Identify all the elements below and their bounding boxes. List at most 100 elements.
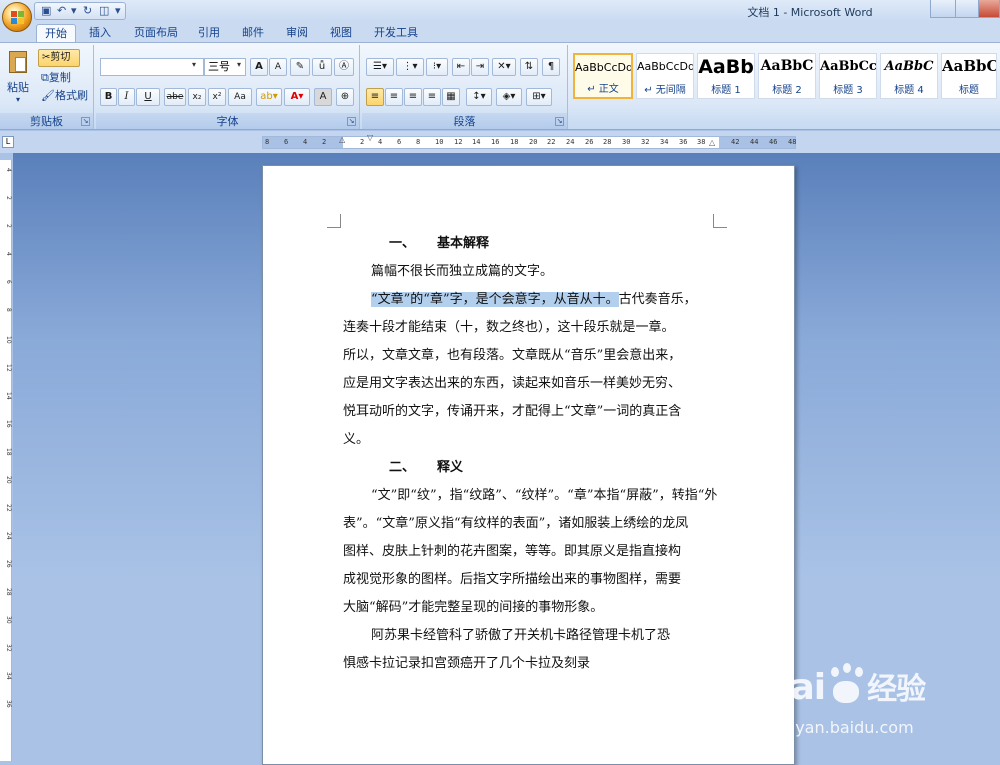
style-name: 标题 4: [894, 85, 924, 96]
strikethrough-button[interactable]: abe: [164, 88, 186, 106]
bullets-icon[interactable]: ☰▾: [366, 58, 394, 76]
tab-page-layout[interactable]: 页面布局: [126, 24, 186, 42]
subscript-button[interactable]: x₂: [188, 88, 206, 106]
paragraph-2: “文章”的“章”字，是个会意字，从音从十。古代奏音乐， 连奏十段才能结束（十，数…: [343, 286, 719, 454]
char-shading-icon[interactable]: A: [314, 88, 332, 106]
copy-button[interactable]: ⧉复制: [41, 69, 71, 85]
paragraph-line: 义。: [343, 432, 370, 447]
enclose-char-icon[interactable]: ⊕: [336, 88, 354, 106]
tab-selector-button[interactable]: L: [2, 136, 14, 148]
ruler-tick-label: 14: [5, 392, 12, 400]
chevron-down-icon[interactable]: ▾: [71, 4, 77, 17]
increase-indent-icon[interactable]: ⇥: [471, 58, 489, 76]
numbering-icon[interactable]: ⋮▾: [396, 58, 424, 76]
font-name-combo[interactable]: [100, 58, 204, 76]
paragraph-3: “文”即“纹”，指“纹路”、“纹样”。“章”本指“屏蔽”，转指“外 表”。“文章…: [343, 482, 719, 622]
print-preview-icon[interactable]: ◫: [99, 4, 109, 17]
line-spacing-icon[interactable]: ↕▾: [466, 88, 492, 106]
shading-icon[interactable]: ◈▾: [496, 88, 522, 106]
paragraph-line: 阿苏果卡经管科了骄傲了开关机卡路径管理卡机了恐: [371, 628, 671, 643]
document-page[interactable]: 一、 基本解释 篇幅不很长而独立成篇的文字。 “文章”的“章”字，是个会意字，从音…: [262, 165, 795, 765]
save-icon[interactable]: ▣: [41, 4, 51, 17]
chevron-down-icon[interactable]: ▾: [192, 60, 196, 69]
dialog-launcher-icon[interactable]: ↘: [347, 117, 356, 126]
ribbon-tabs: 开始 插入 页面布局 引用 邮件 审阅 视图 开发工具: [0, 22, 1000, 42]
tab-view[interactable]: 视图: [322, 24, 360, 42]
font-color-icon[interactable]: A▾: [284, 88, 310, 106]
ruler-tick-label: 2: [360, 138, 365, 146]
chevron-down-icon[interactable]: ▾: [237, 60, 241, 69]
italic-button[interactable]: I: [118, 88, 135, 106]
ruler-tick-label: 8: [5, 308, 12, 312]
style-title[interactable]: AaBbC 标题: [941, 53, 997, 99]
paste-button[interactable]: 粘贴 ▾: [4, 49, 32, 104]
ruler-tick-label: 16: [5, 420, 12, 428]
align-right-icon[interactable]: ≡: [404, 88, 422, 106]
ruler-tick-label: 4: [378, 138, 383, 146]
customize-icon[interactable]: ▾: [115, 4, 121, 17]
redo-icon[interactable]: ↻: [83, 4, 92, 17]
dialog-launcher-icon[interactable]: ↘: [555, 117, 564, 126]
style-heading-3[interactable]: AaBbCc 标题 3: [819, 53, 877, 99]
minimize-button[interactable]: [930, 0, 956, 18]
close-button[interactable]: [978, 0, 1000, 18]
style-sample: AaBbC: [884, 59, 934, 74]
align-center-icon[interactable]: ≡: [385, 88, 403, 106]
selected-text[interactable]: “文章”的“章”字，是个会意字，从音从十。: [371, 292, 619, 307]
grow-font-button[interactable]: A: [250, 58, 268, 76]
indent-marker-icon[interactable]: △: [339, 135, 345, 144]
phonetic-guide-icon[interactable]: ǚ: [312, 58, 332, 76]
tab-insert[interactable]: 插入: [81, 24, 119, 42]
style-heading-4[interactable]: AaBbC 标题 4: [880, 53, 938, 99]
baidu-logo: Bai 经验: [764, 663, 926, 708]
underline-button[interactable]: U: [136, 88, 160, 106]
tab-references[interactable]: 引用: [190, 24, 228, 42]
style-normal[interactable]: AaBbCcDd ↵ 正文: [573, 53, 633, 99]
borders-icon[interactable]: ⊞▾: [526, 88, 552, 106]
distributed-icon[interactable]: ▦: [442, 88, 460, 106]
ruler-tick-label: 10: [435, 138, 444, 146]
sort-icon[interactable]: ⇅: [520, 58, 538, 76]
copy-label: 复制: [48, 71, 71, 84]
highlight-icon[interactable]: ab▾: [256, 88, 282, 106]
ruler-tick-label: 38: [697, 138, 706, 146]
baidu-url: jingyan.baidu.com: [766, 718, 914, 737]
horizontal-ruler[interactable]: 8 6 4 2 2 4 6 8 10 12 14 16 18 20 22 24 26 28 30 32 34 36 38 42…: [262, 133, 796, 149]
right-indent-icon[interactable]: △: [709, 138, 715, 147]
justify-icon[interactable]: ≡: [423, 88, 441, 106]
change-case-button[interactable]: Aa: [228, 88, 252, 106]
format-painter-label: 格式刷: [54, 89, 88, 102]
clear-format-icon[interactable]: ✎: [290, 58, 310, 76]
first-line-indent-icon[interactable]: ▽: [367, 133, 373, 142]
bold-button[interactable]: B: [100, 88, 117, 106]
format-painter-button[interactable]: 🖌格式刷: [41, 87, 88, 103]
heading-text: 释义: [437, 460, 464, 475]
ruler-tick-label: 36: [679, 138, 688, 146]
clipboard-group-label: 剪贴板: [0, 113, 93, 129]
chevron-down-icon: ▾: [15, 95, 20, 104]
vertical-ruler[interactable]: 4 2 2 4 6 8 10 12 14 16 18 20 22 24 26 28 30 32 34 36: [0, 160, 12, 761]
style-heading-1[interactable]: AaBb 标题 1: [697, 53, 755, 99]
ruler-tick-label: 12: [454, 138, 463, 146]
ruler-tick-label: 26: [585, 138, 594, 146]
char-border-icon[interactable]: Ⓐ: [334, 58, 354, 76]
tab-review[interactable]: 审阅: [278, 24, 316, 42]
show-marks-icon[interactable]: ¶: [542, 58, 560, 76]
tab-home[interactable]: 开始: [36, 24, 76, 42]
tab-mailings[interactable]: 邮件: [234, 24, 272, 42]
ruler-tick-label: 22: [5, 504, 12, 512]
tab-developer[interactable]: 开发工具: [366, 24, 426, 42]
cut-button[interactable]: ✂剪切: [38, 49, 80, 67]
decrease-indent-icon[interactable]: ⇤: [452, 58, 470, 76]
office-button[interactable]: [2, 2, 32, 32]
paragraph-1: 篇幅不很长而独立成篇的文字。: [343, 258, 719, 286]
style-heading-2[interactable]: AaBbC 标题 2: [758, 53, 816, 99]
dialog-launcher-icon[interactable]: ↘: [81, 117, 90, 126]
undo-icon[interactable]: ↶: [57, 4, 66, 17]
style-no-spacing[interactable]: AaBbCcDd ↵ 无间隔: [636, 53, 694, 99]
multilevel-list-icon[interactable]: ⁝▾: [426, 58, 448, 76]
shrink-font-button[interactable]: A: [269, 58, 287, 76]
align-left-icon[interactable]: ≡: [366, 88, 384, 106]
chinese-layout-icon[interactable]: ✕▾: [492, 58, 516, 76]
superscript-button[interactable]: x²: [208, 88, 226, 106]
